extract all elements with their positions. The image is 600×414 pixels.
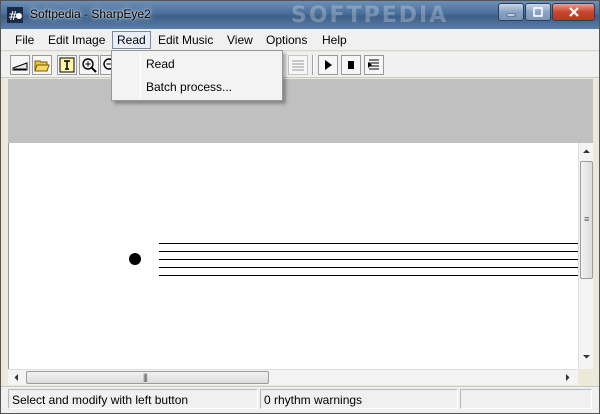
status-warnings: 0 rhythm warnings (260, 389, 458, 409)
scroll-up-icon[interactable] (581, 146, 592, 159)
toolbar (1, 52, 599, 78)
scroll-down-icon[interactable] (581, 351, 592, 364)
status-empty-pane (460, 389, 592, 409)
status-bar: Select and modify with left button 0 rhy… (1, 386, 599, 413)
zoom-in-button[interactable] (79, 55, 99, 75)
open-button[interactable] (32, 55, 52, 75)
minimize-button[interactable] (498, 3, 524, 21)
grip-icon: ||| (143, 372, 148, 382)
menu-read-batch-process[interactable]: Batch process... (114, 76, 280, 98)
menu-options[interactable]: Options (262, 31, 311, 49)
staff-line (159, 267, 579, 268)
note-head[interactable] (129, 253, 141, 265)
stop-button[interactable] (341, 55, 361, 75)
grip-icon: ≡ (584, 214, 589, 224)
window-title: Softpedia - SharpEye2 (30, 7, 151, 21)
scroll-right-icon[interactable] (562, 372, 573, 386)
toolbar-separator (312, 55, 314, 75)
image-panel (8, 79, 593, 143)
staff-line (159, 259, 579, 260)
menu-edit-music[interactable]: Edit Music (154, 31, 217, 49)
horizontal-scrollbar[interactable]: ||| (8, 369, 578, 385)
score-list-button[interactable] (364, 55, 384, 75)
horizontal-scroll-thumb[interactable]: ||| (26, 371, 269, 384)
staff-line (159, 275, 579, 276)
scanner-button[interactable] (10, 55, 30, 75)
score-view[interactable] (8, 143, 579, 369)
app-logo-icon: # (7, 7, 23, 23)
text-button[interactable] (57, 55, 77, 75)
title-bar[interactable]: # Softpedia - SharpEye2 SOFTPEDIA (1, 1, 599, 29)
menu-view[interactable]: View (223, 31, 257, 49)
maximize-button[interactable] (525, 3, 551, 21)
menu-read-read[interactable]: Read (114, 53, 280, 75)
score-button[interactable] (288, 55, 308, 75)
menu-edit-image[interactable]: Edit Image (44, 31, 109, 49)
menu-help[interactable]: Help (318, 31, 351, 49)
scroll-left-icon[interactable] (11, 372, 22, 386)
vertical-scroll-thumb[interactable]: ≡ (580, 161, 593, 279)
window-controls (497, 3, 595, 23)
softpedia-watermark: SOFTPEDIA (291, 3, 449, 28)
staff-line (159, 251, 579, 252)
status-hint: Select and modify with left button (8, 389, 258, 409)
play-button[interactable] (318, 55, 338, 75)
read-menu-dropdown: Read Batch process... (111, 50, 283, 101)
menu-bar: File Edit Image Read Edit Music View Opt… (1, 29, 599, 51)
close-button[interactable] (552, 3, 595, 21)
menu-file[interactable]: File (11, 31, 38, 49)
vertical-scrollbar[interactable]: ≡ (578, 143, 593, 369)
staff-line (159, 243, 579, 244)
app-window: # Softpedia - SharpEye2 SOFTPEDIA File E… (0, 0, 600, 414)
menu-read[interactable]: Read (112, 31, 151, 49)
